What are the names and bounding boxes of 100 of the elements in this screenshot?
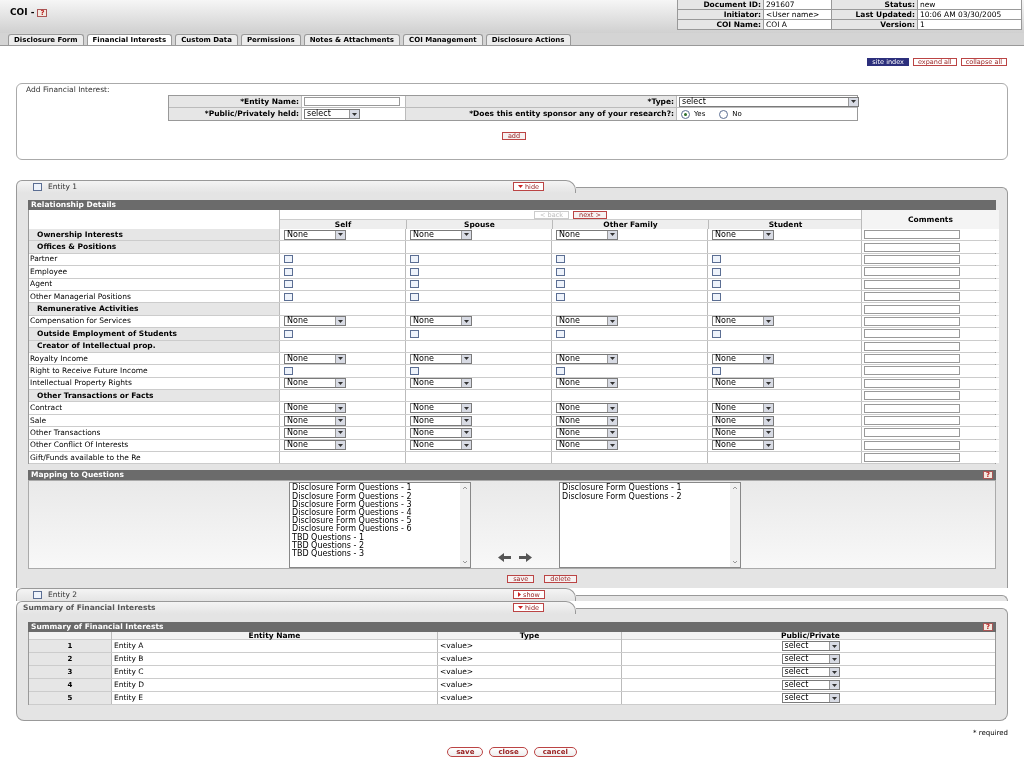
checkbox[interactable] bbox=[712, 280, 721, 289]
checkbox[interactable] bbox=[556, 267, 565, 276]
dropdown[interactable]: None bbox=[410, 440, 472, 451]
list-item[interactable]: Disclosure Form Questions - 6 bbox=[292, 525, 460, 534]
comment-field[interactable] bbox=[864, 440, 960, 450]
comment-field[interactable] bbox=[864, 242, 960, 252]
dropdown[interactable]: None bbox=[284, 403, 346, 414]
list-item[interactable]: TBD Questions - 3 bbox=[292, 550, 460, 559]
list-item[interactable]: TBD Questions - 1 bbox=[292, 533, 460, 542]
comment-field[interactable] bbox=[864, 378, 960, 388]
comment-field[interactable] bbox=[864, 267, 960, 277]
checkbox[interactable] bbox=[284, 292, 293, 301]
comment-field[interactable] bbox=[864, 391, 960, 401]
checkbox[interactable] bbox=[410, 367, 419, 375]
checkbox[interactable] bbox=[556, 367, 565, 375]
list-item[interactable]: Disclosure Form Questions - 2 bbox=[292, 492, 460, 501]
comment-field[interactable] bbox=[864, 366, 960, 376]
checkbox[interactable] bbox=[284, 255, 293, 264]
list-item[interactable]: Disclosure Form Questions - 2 bbox=[562, 492, 730, 501]
dropdown[interactable]: select bbox=[781, 693, 840, 704]
dropdown[interactable]: None bbox=[712, 440, 774, 451]
dropdown[interactable]: None bbox=[410, 316, 472, 327]
checkbox[interactable] bbox=[410, 255, 419, 264]
dropdown[interactable]: None bbox=[712, 353, 774, 364]
dropdown[interactable]: None bbox=[410, 353, 472, 364]
comment-field[interactable] bbox=[864, 354, 960, 364]
dropdown[interactable]: None bbox=[712, 378, 774, 389]
checkbox[interactable] bbox=[712, 255, 721, 264]
list-item[interactable]: Disclosure Form Questions - 4 bbox=[292, 509, 460, 518]
checkbox[interactable] bbox=[33, 591, 42, 600]
scrollbar[interactable] bbox=[730, 483, 740, 568]
list-item[interactable]: Disclosure Form Questions - 1 bbox=[292, 484, 460, 493]
checkbox[interactable] bbox=[712, 267, 721, 276]
checkbox[interactable] bbox=[712, 292, 721, 301]
entity-name-field[interactable] bbox=[304, 97, 400, 106]
dropdown[interactable]: None bbox=[410, 403, 472, 414]
dropdown[interactable]: None bbox=[556, 415, 618, 426]
scrollbar[interactable] bbox=[460, 483, 470, 568]
dropdown[interactable]: None bbox=[410, 378, 472, 389]
list-item[interactable]: Disclosure Form Questions - 1 bbox=[562, 484, 730, 493]
dropdown[interactable]: None bbox=[712, 316, 774, 327]
comment-field[interactable] bbox=[864, 453, 960, 463]
dropdown[interactable]: select bbox=[781, 667, 840, 678]
checkbox[interactable] bbox=[410, 292, 419, 301]
dropdown[interactable]: None bbox=[712, 229, 774, 240]
dropdown[interactable]: None bbox=[556, 316, 618, 327]
dropdown[interactable]: None bbox=[284, 440, 346, 451]
comment-field[interactable] bbox=[864, 304, 960, 314]
checkbox[interactable] bbox=[410, 280, 419, 289]
comment-field[interactable] bbox=[864, 341, 960, 351]
comment-field[interactable] bbox=[864, 292, 960, 302]
dropdown[interactable]: None bbox=[712, 427, 774, 438]
dropdown[interactable]: None bbox=[556, 378, 618, 389]
checkbox[interactable] bbox=[712, 367, 721, 375]
dropdown[interactable]: select bbox=[679, 96, 859, 107]
list-item[interactable]: Disclosure Form Questions - 5 bbox=[292, 517, 460, 526]
checkbox[interactable] bbox=[284, 267, 293, 276]
dropdown[interactable]: None bbox=[284, 427, 346, 438]
checkbox[interactable] bbox=[556, 329, 565, 338]
checkbox[interactable] bbox=[410, 267, 419, 276]
radio-button[interactable] bbox=[719, 109, 729, 119]
radio-button[interactable] bbox=[681, 109, 690, 119]
list-box[interactable] bbox=[289, 482, 471, 569]
dropdown[interactable]: select bbox=[781, 641, 840, 652]
dropdown[interactable]: None bbox=[410, 229, 472, 240]
comment-field[interactable] bbox=[864, 329, 960, 339]
checkbox[interactable] bbox=[410, 329, 419, 338]
dropdown[interactable]: None bbox=[556, 353, 618, 364]
dropdown[interactable]: None bbox=[284, 415, 346, 426]
dropdown[interactable]: select bbox=[781, 680, 840, 691]
comment-field[interactable] bbox=[864, 230, 960, 240]
dropdown[interactable]: None bbox=[556, 440, 618, 451]
dropdown[interactable]: None bbox=[556, 427, 618, 438]
checkbox[interactable] bbox=[556, 280, 565, 289]
comment-field[interactable] bbox=[864, 416, 960, 426]
dropdown[interactable]: select bbox=[781, 654, 840, 665]
dropdown[interactable]: None bbox=[556, 403, 618, 414]
checkbox[interactable] bbox=[284, 280, 293, 289]
dropdown[interactable]: None bbox=[712, 415, 774, 426]
dropdown[interactable]: select bbox=[304, 109, 360, 119]
dropdown[interactable]: None bbox=[712, 403, 774, 414]
right-arrow-icon[interactable] bbox=[519, 553, 532, 563]
comment-field[interactable] bbox=[864, 254, 960, 264]
comment-field[interactable] bbox=[864, 428, 960, 438]
checkbox[interactable] bbox=[33, 183, 42, 191]
comment-field[interactable] bbox=[864, 316, 960, 326]
left-arrow-icon[interactable] bbox=[498, 553, 511, 563]
checkbox[interactable] bbox=[556, 255, 565, 264]
dropdown[interactable]: None bbox=[284, 229, 346, 240]
comment-field[interactable] bbox=[864, 279, 960, 289]
comment-field[interactable] bbox=[864, 403, 960, 413]
checkbox[interactable] bbox=[284, 367, 293, 375]
dropdown[interactable]: None bbox=[284, 316, 346, 327]
list-box[interactable]: Disclosure Form Questions - 1 Disclosure Form Questions - 2 bbox=[559, 482, 741, 569]
dropdown[interactable]: None bbox=[410, 427, 472, 438]
dropdown[interactable]: None bbox=[556, 229, 618, 240]
dropdown[interactable]: None bbox=[410, 415, 472, 426]
checkbox[interactable] bbox=[712, 329, 721, 338]
checkbox[interactable] bbox=[556, 292, 565, 301]
checkbox[interactable] bbox=[284, 329, 293, 338]
